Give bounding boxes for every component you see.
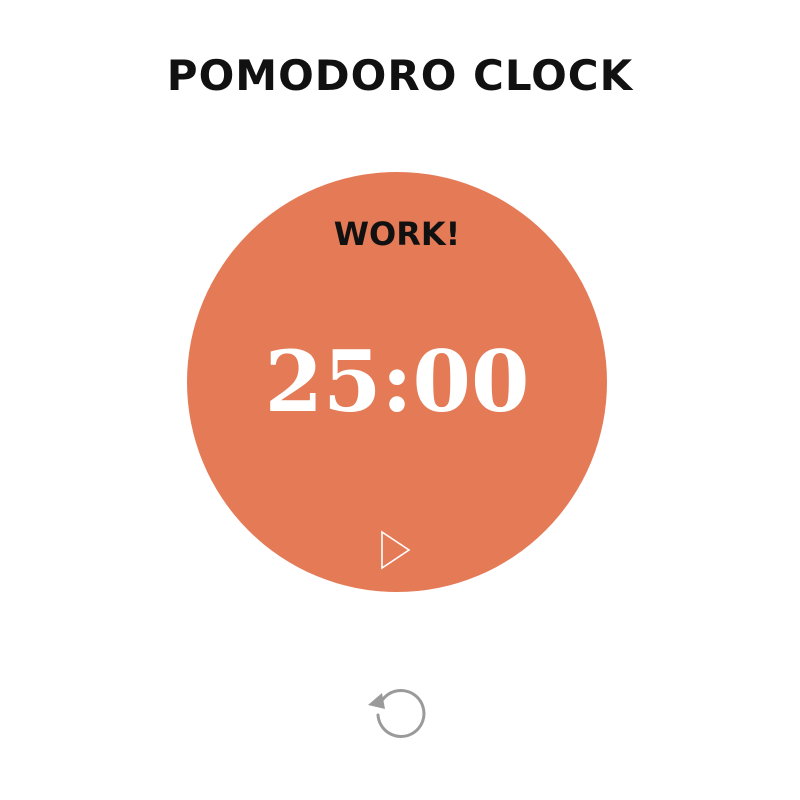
app-title: POMODORO CLOCK xyxy=(166,51,634,100)
timer-circle[interactable]: WORK! 25:00 xyxy=(187,172,607,592)
play-button[interactable] xyxy=(380,530,412,570)
mode-label: WORK! xyxy=(333,215,461,253)
time-display: 25:00 xyxy=(264,332,530,431)
reset-icon xyxy=(368,689,426,738)
pomodoro-app: POMODORO CLOCK WORK! 25:00 xyxy=(0,0,800,800)
reset-button[interactable] xyxy=(364,682,430,742)
play-icon xyxy=(381,530,411,570)
